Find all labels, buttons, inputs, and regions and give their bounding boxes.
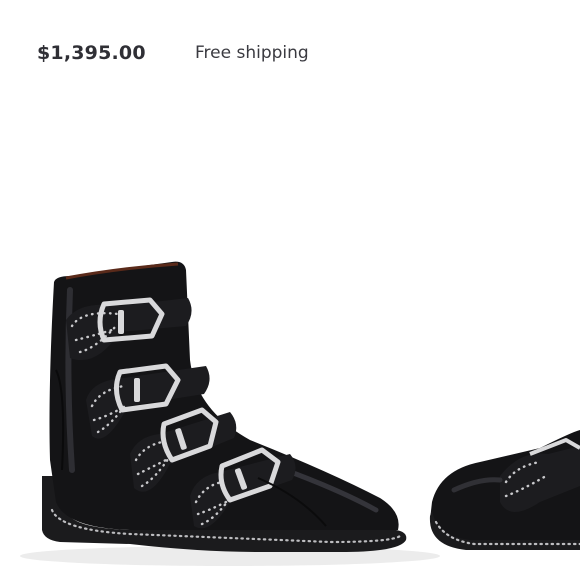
shipping-label: Free shipping — [195, 43, 309, 63]
boot-main — [42, 261, 407, 552]
listing-page: $1,395.00 Free shipping — [0, 0, 580, 580]
boot-illustration — [20, 261, 580, 566]
product-image[interactable] — [0, 240, 580, 580]
boot-second — [429, 430, 580, 550]
price-row: $1,395.00 Free shipping — [37, 38, 560, 68]
price-label: $1,395.00 — [37, 42, 146, 64]
